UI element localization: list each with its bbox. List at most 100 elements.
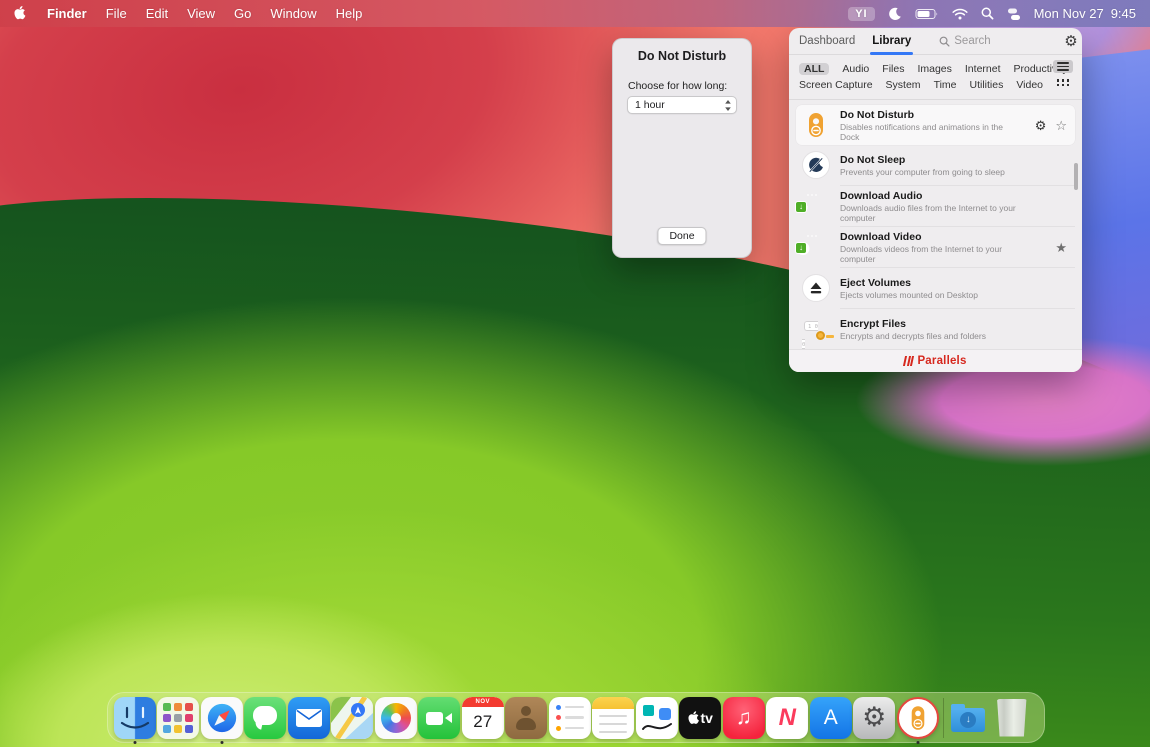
search-icon: [939, 36, 950, 47]
download-arrow-glyph: ↓: [960, 712, 976, 728]
grid-view-icon[interactable]: [1053, 76, 1073, 89]
running-indicator: [916, 741, 919, 744]
encrypted-document-key-icon: 1 001 0 1: [802, 315, 830, 343]
dock-finder-icon[interactable]: [113, 695, 157, 741]
calendar-month-label: NOV: [462, 697, 504, 707]
parallels-toolbox-panel: Dashboard Library ⚙ ALL Audio Files Imag…: [789, 28, 1082, 372]
dock-trash-icon[interactable]: [990, 695, 1034, 741]
tool-row-download-audio[interactable]: ♪↓ Download Audio Downloads audio files …: [796, 186, 1075, 226]
category-audio[interactable]: Audio: [842, 63, 869, 75]
menu-item-window[interactable]: Window: [270, 6, 316, 21]
clock-time: 9:45: [1111, 6, 1136, 21]
search-field[interactable]: [939, 35, 1064, 47]
parallels-toolbox-menu-icon[interactable]: YI: [848, 7, 874, 21]
dock-do-not-disturb-icon[interactable]: [896, 695, 940, 741]
dock-calendar-icon[interactable]: NOV 27: [461, 695, 505, 741]
tool-name: Do Not Sleep: [840, 154, 1069, 166]
tool-row-download-video[interactable]: ↓ Download Video Downloads videos from t…: [796, 227, 1075, 267]
dock-downloads-icon[interactable]: ↓: [947, 695, 991, 741]
duration-value: 1 hour: [635, 99, 665, 111]
tool-row-encrypt-files[interactable]: 1 001 0 1 Encrypt Files Encrypts and dec…: [796, 309, 1075, 349]
dock-safari-icon[interactable]: [200, 695, 244, 741]
dock-photos-icon[interactable]: [374, 695, 418, 741]
dock-freeform-icon[interactable]: [635, 695, 679, 741]
desktop: Finder File Edit View Go Window Help YI: [0, 0, 1150, 747]
menu-bar-clock[interactable]: Mon Nov 27 9:45: [1034, 6, 1136, 21]
dock-appstore-icon[interactable]: A: [809, 695, 853, 741]
menu-item-view[interactable]: View: [187, 6, 215, 21]
tool-settings-gear-icon[interactable]: ⚙: [1035, 119, 1047, 132]
do-not-disturb-moon-icon[interactable]: [888, 7, 902, 21]
dock-messages-icon[interactable]: [244, 695, 288, 741]
scrollbar-thumb[interactable]: [1074, 163, 1078, 190]
music-note-glyph: ♫: [736, 706, 752, 730]
tool-row-do-not-sleep[interactable]: Do Not Sleep Prevents your computer from…: [796, 145, 1075, 185]
dock-news-icon[interactable]: N: [766, 695, 810, 741]
dock-launchpad-icon[interactable]: [157, 695, 201, 741]
category-images[interactable]: Images: [917, 63, 951, 75]
parallels-brand-text: Parallels: [917, 355, 966, 367]
list-view-icon[interactable]: [1053, 60, 1073, 73]
dock: NOV 27 tv: [107, 692, 1045, 743]
menu-item-file[interactable]: File: [106, 6, 127, 21]
category-files[interactable]: Files: [882, 63, 904, 75]
menu-item-finder[interactable]: Finder: [47, 6, 87, 21]
category-filters: ALL Audio Files Images Internet Producti…: [789, 55, 1082, 100]
tab-library[interactable]: Library: [872, 28, 911, 55]
dock-reminders-icon[interactable]: [548, 695, 592, 741]
tool-name: Do Not Disturb: [840, 109, 1025, 121]
running-indicator: [133, 741, 136, 744]
tool-description: Disables notifications and animations in…: [840, 122, 1018, 142]
appstore-letter-glyph: A: [824, 706, 838, 730]
moon-slash-icon: [802, 151, 830, 179]
menu-item-edit[interactable]: Edit: [146, 6, 168, 21]
done-button[interactable]: Done: [657, 227, 706, 245]
duration-select[interactable]: 1 hour: [627, 96, 737, 114]
tool-description: Downloads videos from the Internet to yo…: [840, 244, 1018, 264]
duration-label: Choose for how long:: [628, 80, 751, 92]
fast-user-switching-icon[interactable]: [1007, 7, 1021, 21]
menu-item-go[interactable]: Go: [234, 6, 251, 21]
tool-row-do-not-disturb[interactable]: Do Not Disturb Disables notifications an…: [796, 105, 1075, 145]
category-internet[interactable]: Internet: [965, 63, 1001, 75]
download-video-icon: ↓: [802, 233, 830, 261]
tool-description: Encrypts and decrypts files and folders: [840, 331, 1018, 341]
category-all[interactable]: ALL: [799, 63, 829, 75]
calendar-day-label: 27: [462, 707, 504, 737]
dock-appletv-icon[interactable]: tv: [679, 695, 723, 741]
favorite-star-outline-icon[interactable]: ☆: [1055, 119, 1067, 132]
dock-mail-icon[interactable]: [287, 695, 331, 741]
dock-notes-icon[interactable]: [592, 695, 636, 741]
favorite-star-filled-icon[interactable]: ★: [1055, 241, 1067, 254]
settings-gear-icon[interactable]: ⚙: [1064, 34, 1077, 49]
dock-contacts-icon[interactable]: [505, 695, 549, 741]
dock-maps-icon[interactable]: [331, 695, 375, 741]
running-indicator: [220, 741, 223, 744]
battery-icon[interactable]: [915, 8, 939, 20]
dock-system-settings-icon[interactable]: ⚙: [853, 695, 897, 741]
apple-menu-icon[interactable]: [14, 6, 28, 22]
search-input[interactable]: [954, 35, 1064, 47]
tool-row-eject-volumes[interactable]: Eject Volumes Ejects volumes mounted on …: [796, 268, 1075, 308]
tool-description: Ejects volumes mounted on Desktop: [840, 290, 1018, 300]
category-time[interactable]: Time: [934, 79, 957, 91]
parallels-logo-icon: [904, 356, 913, 366]
tab-dashboard[interactable]: Dashboard: [799, 28, 855, 55]
category-system[interactable]: System: [886, 79, 921, 91]
dock-facetime-icon[interactable]: [418, 695, 462, 741]
parallels-brand-bar: Parallels: [789, 349, 1082, 372]
menu-bar: Finder File Edit View Go Window Help YI: [0, 0, 1150, 27]
gear-glyph: ⚙: [862, 702, 886, 733]
spotlight-search-icon[interactable]: [981, 7, 994, 20]
category-screen-capture[interactable]: Screen Capture: [799, 79, 873, 91]
download-arrow-badge: ↓: [795, 242, 807, 254]
category-utilities[interactable]: Utilities: [970, 79, 1004, 91]
download-arrow-badge: ↓: [795, 201, 807, 213]
wifi-icon[interactable]: [952, 8, 968, 20]
dock-separator: [943, 698, 944, 738]
menu-item-help[interactable]: Help: [336, 6, 363, 21]
tool-name: Encrypt Files: [840, 318, 1069, 330]
dock-music-icon[interactable]: ♫: [722, 695, 766, 741]
category-video[interactable]: Video: [1016, 79, 1043, 91]
eject-icon: [802, 274, 830, 302]
